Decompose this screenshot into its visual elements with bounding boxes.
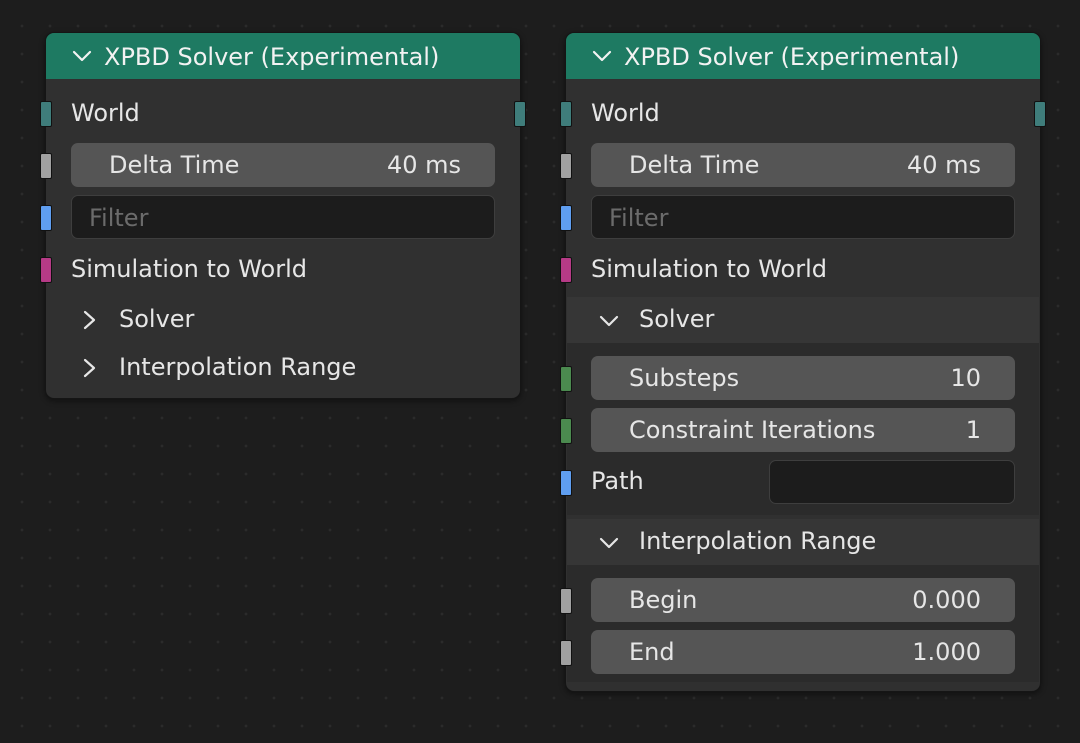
interpolation-range-panel-label: Interpolation Range [119,353,357,381]
filter-placeholder: Filter [89,204,149,232]
solver-panel-label: Solver [119,305,195,333]
xpbd-solver-node-left[interactable]: XPBD Solver (Experimental) World Delta T… [40,32,526,399]
begin-field[interactable]: Begin 0.000 [591,578,1015,622]
begin-value: 0.000 [912,586,981,614]
path-input[interactable] [769,460,1015,504]
world-input-socket[interactable] [560,101,572,127]
begin-label: Begin [629,586,698,614]
world-input-socket[interactable] [40,101,52,127]
end-value: 1.000 [912,638,981,666]
solver-panel-header[interactable]: Solver [567,297,1039,343]
node-title: XPBD Solver (Experimental) [624,43,960,71]
simulation-to-world-socket[interactable] [560,257,572,283]
filter-placeholder: Filter [609,204,669,232]
chevron-down-icon[interactable] [592,47,612,65]
chevron-right-icon [83,310,96,330]
filter-socket[interactable] [560,205,572,231]
delta-time-field[interactable]: Delta Time 40 ms [591,143,1015,187]
path-socket[interactable] [560,470,572,496]
node-header[interactable]: XPBD Solver (Experimental) [46,33,520,79]
interpolation-range-panel-header[interactable]: Interpolation Range [47,345,519,391]
simulation-to-world-label: Simulation to World [591,255,827,283]
chevron-right-icon [83,358,96,378]
constraint-iterations-value: 1 [965,416,981,444]
chevron-down-icon[interactable] [72,47,92,65]
substeps-field[interactable]: Substeps 10 [591,356,1015,400]
delta-time-socket[interactable] [560,153,572,179]
simulation-to-world-label: Simulation to World [71,255,307,283]
world-label: World [591,99,660,127]
world-label: World [71,99,140,127]
solver-panel-header[interactable]: Solver [47,297,519,343]
simulation-to-world-socket[interactable] [40,257,52,283]
world-output-socket[interactable] [1034,101,1046,127]
node-title: XPBD Solver (Experimental) [104,43,440,71]
solver-panel-label: Solver [639,305,715,333]
begin-socket[interactable] [560,588,572,614]
substeps-value: 10 [950,364,981,392]
interpolation-range-panel-header[interactable]: Interpolation Range [567,519,1039,565]
end-socket[interactable] [560,640,572,666]
substeps-socket[interactable] [560,366,572,392]
end-field[interactable]: End 1.000 [591,630,1015,674]
substeps-label: Substeps [629,364,740,392]
filter-socket[interactable] [40,205,52,231]
filter-input[interactable]: Filter [591,195,1015,239]
delta-time-value: 40 ms [386,151,461,179]
end-label: End [629,638,675,666]
delta-time-label: Delta Time [109,151,240,179]
constraint-iterations-field[interactable]: Constraint Iterations 1 [591,408,1015,452]
world-output-socket[interactable] [514,101,526,127]
interpolation-range-panel-label: Interpolation Range [639,527,877,555]
xpbd-solver-node-right[interactable]: XPBD Solver (Experimental) World Delta T… [560,32,1046,692]
node-header[interactable]: XPBD Solver (Experimental) [566,33,1040,79]
delta-time-value: 40 ms [906,151,981,179]
chevron-down-icon [599,537,619,549]
constraint-iterations-label: Constraint Iterations [629,416,876,444]
path-label: Path [591,467,644,495]
delta-time-socket[interactable] [40,153,52,179]
filter-input[interactable]: Filter [71,195,495,239]
chevron-down-icon [599,315,619,327]
delta-time-field[interactable]: Delta Time 40 ms [71,143,495,187]
delta-time-label: Delta Time [629,151,760,179]
constraint-iterations-socket[interactable] [560,418,572,444]
